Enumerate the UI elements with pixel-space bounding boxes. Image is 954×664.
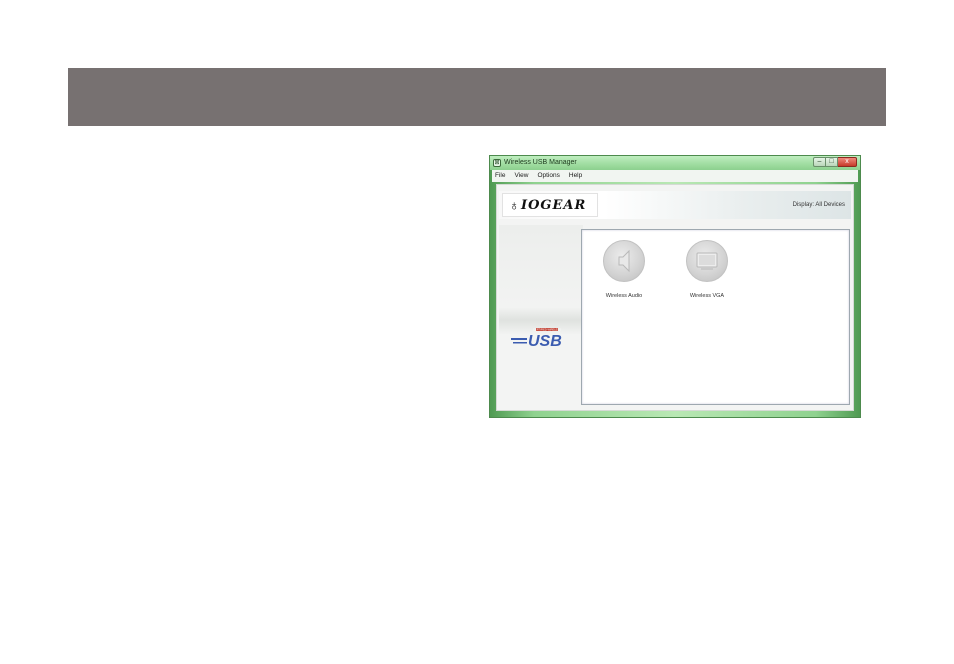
usb-logo-text: USB bbox=[528, 333, 562, 350]
iogear-globe-icon: ♁ bbox=[509, 197, 520, 213]
window-titlebar[interactable]: ⊠ Wireless USB Manager – □ x bbox=[490, 156, 860, 170]
window-controls: – □ x bbox=[813, 157, 857, 168]
menu-bar: File View Options Help bbox=[492, 170, 858, 182]
sidebar: CERTIFIED WIRELESS USB bbox=[499, 225, 583, 408]
certified-wireless-usb-logo: CERTIFIED WIRELESS USB bbox=[511, 328, 562, 350]
maximize-button[interactable]: □ bbox=[826, 157, 838, 167]
brand-banner: ♁ IOGEAR Display: All Devices bbox=[499, 191, 851, 219]
app-icon: ⊠ bbox=[493, 159, 501, 167]
menu-help[interactable]: Help bbox=[569, 171, 582, 181]
devices-panel: Wireless Audio Wireless VGA bbox=[581, 229, 850, 405]
page-header-band bbox=[68, 68, 886, 126]
usb-logo-small-text: CERTIFIED WIRELESS bbox=[533, 328, 561, 332]
monitor-icon-graphic bbox=[696, 252, 718, 270]
device-label: Wireless Audio bbox=[605, 293, 643, 299]
menu-options[interactable]: Options bbox=[537, 171, 559, 181]
wireless-usb-manager-window: ⊠ Wireless USB Manager – □ x File View O… bbox=[489, 155, 861, 418]
device-wireless-vga[interactable]: Wireless VGA bbox=[677, 240, 737, 300]
monitor-icon bbox=[686, 240, 728, 282]
minimize-button[interactable]: – bbox=[813, 157, 826, 167]
speaker-icon bbox=[603, 240, 645, 282]
display-filter-label[interactable]: Display: All Devices bbox=[793, 201, 845, 209]
usb-logo-blue-line bbox=[511, 338, 527, 340]
window-client-area: ♁ IOGEAR Display: All Devices CERTIFIED … bbox=[496, 184, 854, 411]
close-button[interactable]: x bbox=[838, 157, 857, 167]
window-title: Wireless USB Manager bbox=[504, 159, 577, 166]
usb-logo-blue-line bbox=[513, 342, 527, 344]
device-label: Wireless VGA bbox=[689, 293, 725, 299]
menu-file[interactable]: File bbox=[495, 171, 505, 181]
menu-view[interactable]: View bbox=[514, 171, 528, 181]
iogear-logo-text: IOGEAR bbox=[521, 198, 587, 213]
iogear-logo: ♁ IOGEAR bbox=[502, 193, 598, 217]
speaker-icon-graphic bbox=[618, 249, 630, 273]
device-wireless-audio[interactable]: Wireless Audio bbox=[594, 240, 654, 300]
